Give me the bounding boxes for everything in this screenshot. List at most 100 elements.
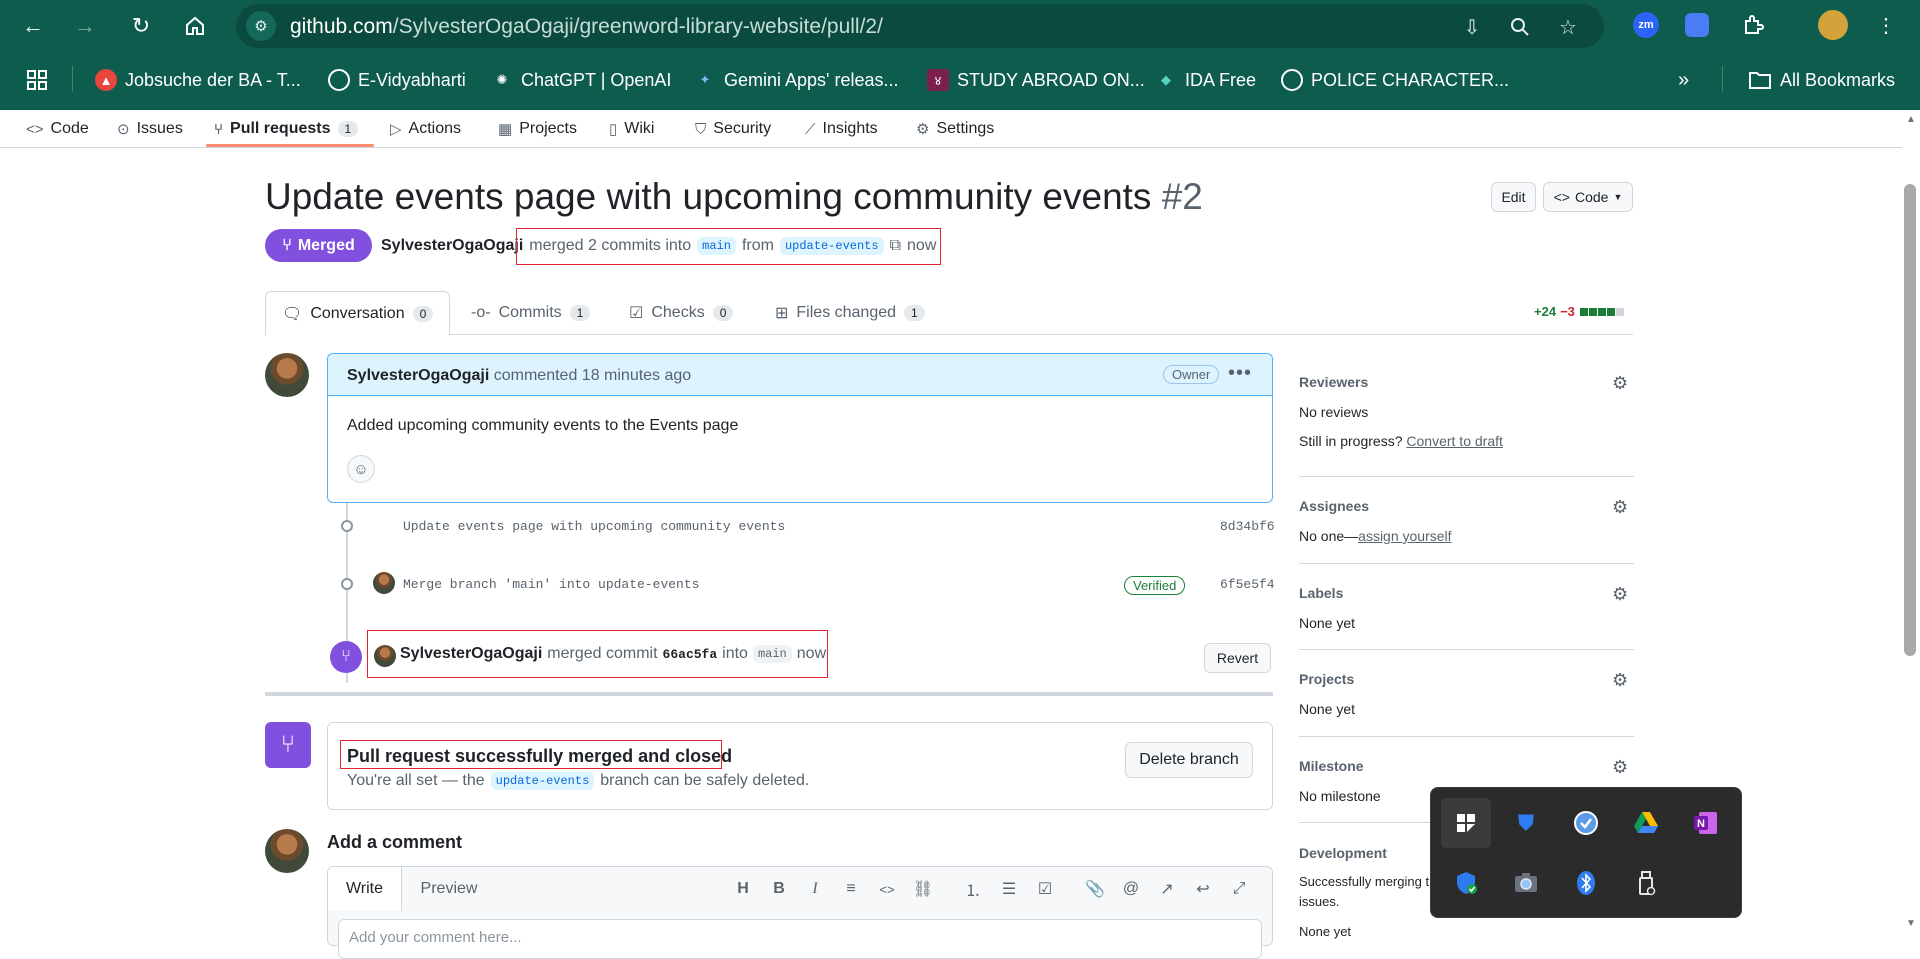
ordered-list-icon[interactable]: ⒈ (962, 878, 984, 900)
preview-tab[interactable]: Preview (406, 867, 492, 911)
avatar[interactable] (265, 829, 309, 873)
repo-tab-issues[interactable]: ⊙ Issues (117, 110, 183, 148)
task-list-icon[interactable]: ☑ (1034, 878, 1056, 900)
file-diff-icon: ⊞ (775, 305, 789, 322)
play-icon: ▷ (390, 121, 402, 138)
comment-textarea[interactable]: Add your comment here... (338, 919, 1262, 959)
bookmark-ida-free[interactable]: ◆ IDA Free (1155, 68, 1256, 92)
repo-tab-wiki[interactable]: ▯ Wiki (609, 110, 654, 148)
back-icon[interactable]: ← (16, 9, 50, 43)
highlight-box (367, 630, 828, 678)
tab-files-changed[interactable]: ⊞ Files changed 1 (775, 291, 925, 335)
scrollbar-thumb[interactable] (1904, 184, 1916, 656)
commit-sha[interactable]: 6f5e5f4 (1220, 577, 1275, 592)
write-tab[interactable]: Write (328, 867, 402, 911)
bookmark-study-abroad[interactable]: ४ STUDY ABROAD ON... (927, 68, 1145, 92)
browser-menu-icon[interactable]: ⋮ (1871, 10, 1901, 40)
avatar[interactable] (265, 353, 309, 397)
extensions-puzzle-icon[interactable] (1738, 10, 1768, 40)
reload-icon[interactable]: ↻ (124, 9, 158, 43)
usb-drive-icon[interactable] (1621, 858, 1671, 908)
profile-avatar[interactable] (1818, 10, 1848, 40)
site-info-icon[interactable]: ⚙ (246, 11, 276, 41)
gear-icon[interactable]: ⚙ (1612, 757, 1628, 778)
zoom-icon[interactable] (1506, 13, 1534, 41)
bookmark-chatgpt[interactable]: ✺ ChatGPT | OpenAI (491, 68, 672, 92)
pr-author-link[interactable]: SylvesterOgaOgaji (381, 237, 523, 255)
address-bar[interactable]: ⚙ github.com/SylvesterOgaOgaji/greenword… (236, 4, 1604, 48)
bluetooth-icon[interactable] (1561, 858, 1611, 908)
install-app-icon[interactable]: ⇩ (1458, 13, 1486, 41)
quote-icon[interactable]: ≡ (840, 878, 862, 900)
gear-icon[interactable]: ⚙ (1612, 670, 1628, 691)
security-check-icon[interactable] (1441, 858, 1491, 908)
bookmark-evidyabharti[interactable]: E-Vidyabharti (328, 68, 466, 92)
camera-app-icon[interactable] (1501, 858, 1551, 908)
repo-tab-code[interactable]: <> Code (26, 110, 89, 148)
pull-request-icon: ⑂ (214, 120, 224, 138)
verified-badge[interactable]: Verified (1124, 576, 1186, 595)
bookmark-jobsuche[interactable]: ▲ Jobsuche der BA - T... (95, 68, 301, 92)
repo-tab-security[interactable]: ⛉ Security (695, 110, 771, 148)
scroll-down-icon[interactable]: ▼ (1903, 918, 1919, 932)
forward-icon[interactable]: → (68, 9, 102, 43)
repo-tab-actions[interactable]: ▷ Actions (390, 110, 461, 148)
bold-icon[interactable]: B (768, 878, 790, 900)
gear-icon[interactable]: ⚙ (1612, 497, 1628, 518)
repo-tab-insights[interactable]: ⟋ Insights (805, 110, 878, 148)
book-icon: ▯ (609, 121, 618, 138)
edit-button[interactable]: Edit (1491, 182, 1536, 212)
extension-icon[interactable] (1685, 13, 1709, 37)
comment-author[interactable]: SylvesterOgaOgaji (347, 367, 489, 384)
commit-message[interactable]: Merge branch 'main' into update-events (403, 577, 699, 592)
tab-commits[interactable]: -o- Commits 1 (471, 291, 591, 335)
gear-icon[interactable]: ⚙ (1612, 373, 1628, 394)
add-reaction-icon[interactable]: ☺ (347, 455, 375, 483)
head-branch[interactable]: update-events (490, 772, 595, 790)
onenote-icon[interactable]: N (1681, 798, 1731, 848)
revert-button[interactable]: Revert (1204, 643, 1271, 673)
home-icon[interactable] (178, 9, 212, 43)
heading-icon[interactable]: H (732, 878, 754, 900)
cross-reference-icon[interactable]: ↗ (1156, 878, 1178, 900)
code-icon[interactable]: <> (876, 878, 898, 900)
google-drive-icon[interactable] (1621, 798, 1671, 848)
commit-message[interactable]: Update events page with upcoming communi… (403, 519, 785, 534)
mention-icon[interactable]: @ (1120, 878, 1142, 900)
repo-tab-pull-requests[interactable]: ⑂ Pull requests 1 (214, 110, 359, 148)
commit-sha[interactable]: 8d34bf6 (1220, 519, 1275, 534)
repo-tab-projects[interactable]: ▦ Projects (498, 110, 577, 148)
more-bookmarks-icon[interactable]: » (1678, 68, 1689, 92)
bookmark-police[interactable]: POLICE CHARACTER... (1281, 68, 1509, 92)
fullscreen-icon[interactable]: ⤢ (1228, 878, 1250, 900)
apps-grid-icon[interactable] (26, 68, 48, 92)
assign-yourself-link[interactable]: assign yourself (1358, 528, 1451, 544)
delete-branch-button[interactable]: Delete branch (1125, 742, 1253, 778)
url-text[interactable]: github.com/SylvesterOgaOgaji/greenword-l… (290, 15, 883, 39)
tab-conversation[interactable]: 🗨 Conversation 0 (265, 291, 451, 336)
snip-icon[interactable] (1441, 798, 1491, 848)
italic-icon[interactable]: I (804, 878, 826, 900)
defender-icon[interactable]: ⛊ (1501, 798, 1551, 848)
study-abroad-icon: ४ (927, 69, 949, 91)
bookmarks-bar: ▲ Jobsuche der BA - T... E-Vidyabharti ✺ C… (0, 60, 1920, 100)
bookmark-star-icon[interactable]: ☆ (1554, 13, 1582, 41)
graph-icon: ⟋ (805, 120, 816, 138)
zoom-extension-icon[interactable]: zm (1633, 12, 1659, 38)
attach-icon[interactable]: 📎 (1084, 878, 1106, 900)
code-dropdown-button[interactable]: <> Code ▼ (1543, 182, 1633, 212)
network-tool-icon[interactable] (1561, 798, 1611, 848)
checklist-icon: ☑ (629, 305, 644, 322)
tab-checks[interactable]: ☑ Checks 0 (629, 291, 734, 335)
link-icon[interactable]: ⛓ (912, 878, 934, 900)
all-bookmarks[interactable]: All Bookmarks (1748, 68, 1895, 92)
kebab-menu-icon[interactable]: ••• (1228, 362, 1252, 385)
repo-tab-settings[interactable]: ⚙ Settings (916, 110, 994, 148)
gear-icon[interactable]: ⚙ (1612, 584, 1628, 605)
unordered-list-icon[interactable]: ☰ (998, 878, 1020, 900)
bookmark-gemini[interactable]: ✦ Gemini Apps' releas... (694, 68, 899, 92)
avatar[interactable] (373, 572, 395, 594)
convert-to-draft-link[interactable]: Convert to draft (1406, 433, 1503, 449)
scroll-up-icon[interactable]: ▲ (1903, 114, 1919, 128)
reply-icon[interactable]: ↩ (1192, 878, 1214, 900)
